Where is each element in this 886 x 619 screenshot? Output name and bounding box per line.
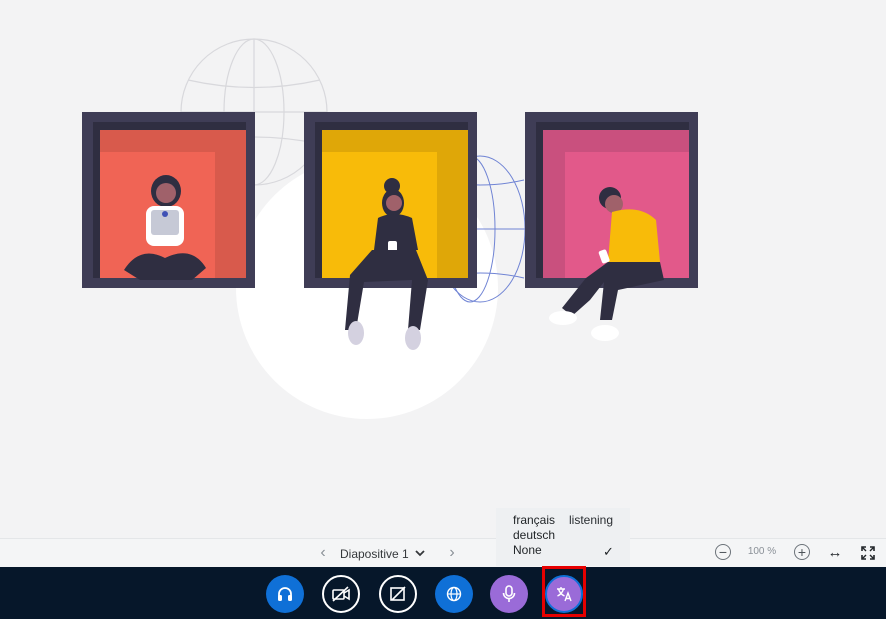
presentation-slide [0, 0, 886, 538]
microphone-icon [502, 585, 516, 602]
chevron-down-icon [415, 544, 425, 564]
language-option-none[interactable]: None [513, 543, 542, 558]
zoom-in-icon[interactable]: + [794, 544, 810, 560]
language-option-french[interactable]: français [513, 513, 555, 528]
language-option-german[interactable]: deutsch [513, 528, 555, 543]
action-bar [0, 567, 886, 619]
zoom-out-icon[interactable]: − [715, 544, 731, 560]
microphone-button[interactable] [490, 575, 528, 613]
video-button[interactable] [322, 575, 360, 613]
fullscreen-icon[interactable] [859, 543, 877, 563]
zoom-level: 100 % [747, 546, 777, 557]
audio-button[interactable] [266, 575, 304, 613]
language-menu: français listening deutsch None ✓ [496, 508, 630, 566]
slide-navigation-bar: ‹ Diapositive 1 › − 100 % + ↔ [0, 538, 886, 568]
chevron-left-icon[interactable]: ‹ [314, 543, 332, 563]
slide-selector[interactable]: Diapositive 1 [340, 544, 425, 564]
translation-button-highlight [542, 566, 586, 617]
chevron-right-icon[interactable]: › [443, 543, 461, 563]
slide-illustration [82, 38, 698, 419]
headphones-icon [278, 587, 292, 601]
screenshare-off-icon [390, 586, 406, 601]
globe-icon [446, 586, 462, 602]
slide-label: Diapositive 1 [340, 547, 409, 561]
language-button[interactable] [435, 575, 473, 613]
fit-width-icon[interactable]: ↔ [826, 543, 844, 563]
screenshare-button[interactable] [379, 575, 417, 613]
camera-off-icon [332, 586, 350, 602]
checkmark-icon: ✓ [603, 544, 614, 559]
language-menu-header: listening [569, 513, 614, 527]
